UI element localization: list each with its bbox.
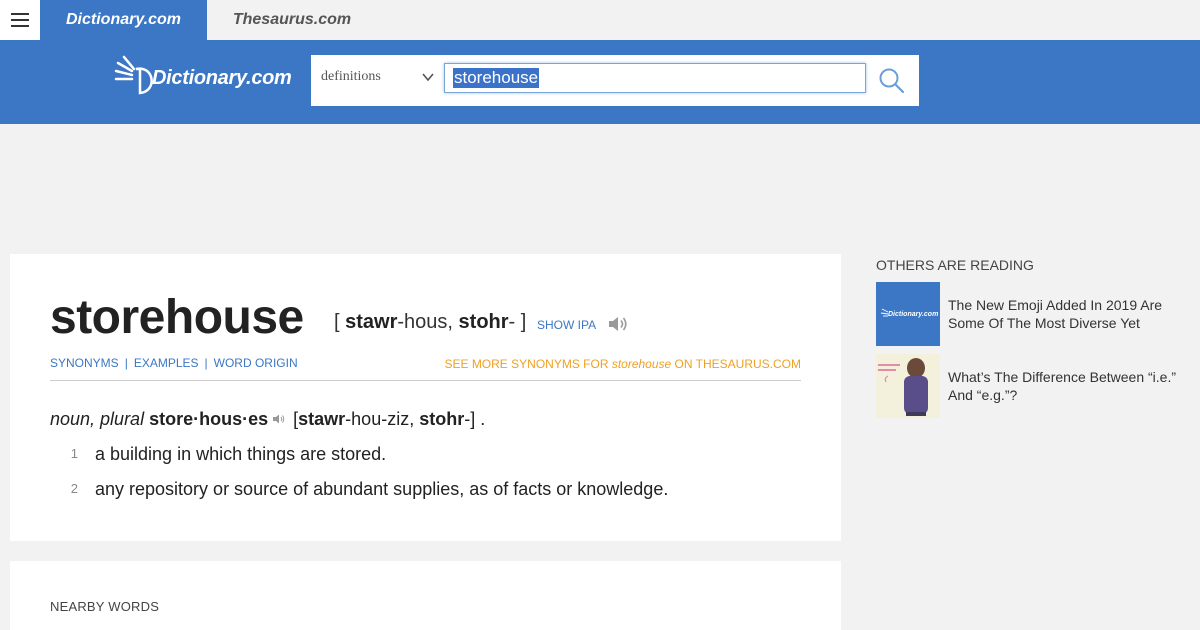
nearby-words-card: NEARBY WORDS bbox=[10, 561, 841, 630]
definition-text: any repository or source of abundant sup… bbox=[95, 479, 669, 499]
entry-subnav: SYNONYMS | EXAMPLES | WORD ORIGIN bbox=[50, 356, 298, 370]
article-thumbnail: Dictionary.com bbox=[876, 282, 940, 346]
tab-dictionary[interactable]: Dictionary.com bbox=[40, 0, 207, 40]
article-title[interactable]: What’s The Difference Between “i.e.” And… bbox=[948, 368, 1178, 404]
pron-rest-1: -hous, bbox=[397, 311, 459, 333]
search-icon[interactable] bbox=[876, 65, 908, 97]
pron-open: [ bbox=[334, 311, 346, 333]
pos-pron-rest-2: -] . bbox=[464, 409, 486, 429]
definition-item: 2 any repository or source of abundant su… bbox=[50, 479, 669, 500]
divider bbox=[50, 380, 801, 381]
subnav-divider: | bbox=[124, 356, 128, 370]
article-item[interactable]: What’s The Difference Between “i.e.” And… bbox=[876, 354, 1186, 418]
search-bar: definitions storehouse bbox=[311, 55, 919, 106]
search-query-text: storehouse bbox=[453, 68, 540, 88]
more-syn-prefix: SEE MORE SYNONYMS FOR bbox=[444, 357, 612, 371]
headword: storehouse bbox=[50, 291, 304, 344]
part-of-speech-line: noun, plural store·hous·es [stawr-hou-zi… bbox=[50, 409, 485, 430]
subnav-divider: | bbox=[204, 356, 208, 370]
more-synonyms-link[interactable]: SEE MORE SYNONYMS FOR storehouse ON THES… bbox=[444, 357, 801, 371]
nearby-words-title: NEARBY WORDS bbox=[50, 599, 160, 614]
pronunciation: [ stawr-hous, stohr- ] bbox=[334, 311, 526, 334]
logo-burst-icon bbox=[114, 55, 153, 95]
dictionary-logo[interactable]: Dictionary.com bbox=[114, 55, 294, 97]
show-ipa-link[interactable]: SHOW IPA bbox=[537, 318, 596, 332]
pos-pron-open: [ bbox=[288, 409, 299, 429]
menu-icon[interactable] bbox=[0, 0, 40, 40]
speaker-small-icon[interactable] bbox=[272, 412, 286, 426]
definition-number: 1 bbox=[70, 446, 78, 461]
search-input[interactable]: storehouse bbox=[444, 63, 866, 93]
more-syn-suffix: ON THESAURUS.COM bbox=[671, 357, 801, 371]
search-type-select[interactable]: definitions bbox=[321, 69, 381, 85]
more-syn-word: storehouse bbox=[611, 357, 672, 371]
plural-form: store·hous·es bbox=[149, 409, 269, 429]
subnav-synonyms[interactable]: SYNONYMS bbox=[50, 356, 119, 370]
definition-item: 1 a building in which things are stored. bbox=[50, 444, 386, 465]
site-header: Dictionary.com definitions storehouse bbox=[0, 40, 1200, 124]
subnav-word-origin[interactable]: WORD ORIGIN bbox=[214, 356, 298, 370]
subnav-examples[interactable]: EXAMPLES bbox=[134, 356, 199, 370]
pos-pron-stress-1: stawr bbox=[298, 409, 346, 429]
definition-number: 2 bbox=[70, 481, 78, 496]
article-title[interactable]: The New Emoji Added In 2019 Are Some Of … bbox=[948, 296, 1178, 332]
chevron-down-icon[interactable] bbox=[421, 70, 435, 84]
entry-card: storehouse [ stawr-hous, stohr- ] SHOW I… bbox=[10, 254, 841, 541]
top-bar: Dictionary.com Thesaurus.com bbox=[0, 0, 1200, 40]
speaker-icon[interactable] bbox=[606, 312, 630, 336]
others-reading-title: OTHERS ARE READING bbox=[876, 257, 1034, 273]
article-item[interactable]: Dictionary.com The New Emoji Added In 20… bbox=[876, 282, 1186, 346]
pron-rest-2: - ] bbox=[508, 311, 527, 333]
pron-stress-1: stawr bbox=[345, 311, 398, 333]
pos-pron-rest-1: -hou-ziz, bbox=[345, 409, 420, 429]
pron-stress-2: stohr bbox=[458, 311, 509, 333]
definition-text: a building in which things are stored. bbox=[95, 444, 387, 464]
pos-pron-stress-2: stohr bbox=[419, 409, 465, 429]
pos-label: noun, plural bbox=[50, 409, 145, 429]
logo-text: Dictionary.com bbox=[152, 67, 292, 89]
thumb-logo-text: Dictionary.com bbox=[888, 311, 938, 318]
tab-thesaurus[interactable]: Thesaurus.com bbox=[207, 0, 377, 40]
article-thumbnail bbox=[876, 354, 940, 418]
